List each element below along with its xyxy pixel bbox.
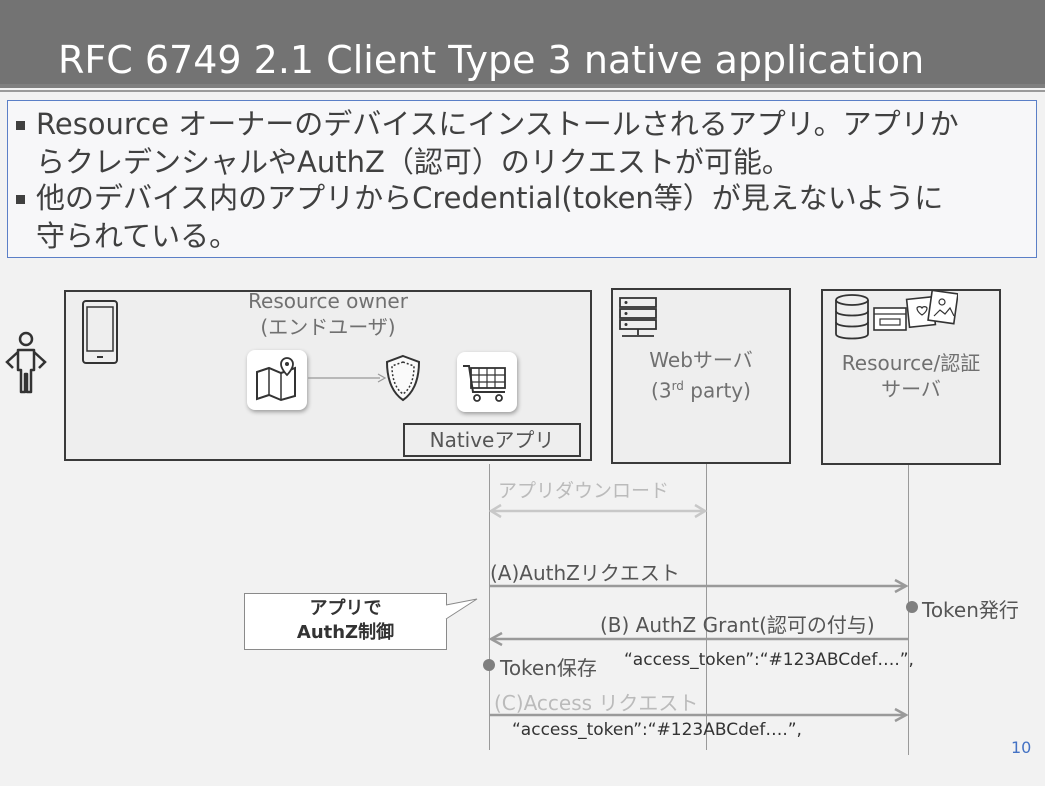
map-app-tile	[247, 350, 307, 410]
resource-auth-label: Resource/認証	[841, 351, 981, 375]
cart-app-tile	[457, 352, 517, 412]
authz-grant-arrow	[488, 631, 908, 647]
map-icon	[256, 357, 296, 402]
authz-control-callout: アプリで AuthZ制御	[244, 593, 447, 650]
bullet-item: Resource オーナーのデバイスにインストールされるアプリ。アプリか らクレ…	[16, 105, 1021, 181]
token-saved-label: Token保存	[500, 656, 597, 680]
header-divider	[0, 84, 1045, 88]
download-label: アプリダウンロード	[498, 480, 670, 502]
token-issued-label: Token発行	[922, 598, 1019, 622]
server-icon	[619, 297, 657, 337]
callout-line1: アプリで	[309, 598, 382, 619]
bullet-square-icon	[16, 195, 25, 204]
authz-request-arrow	[489, 578, 909, 594]
access-token-request-text: “access_token”:“#123ABCdef….”,	[512, 720, 802, 740]
resource-owner-label: Resource owner	[248, 289, 408, 313]
bullet-line: 他のデバイス内のアプリからCredential(token等）が見えないように	[36, 181, 944, 215]
shield-icon	[385, 354, 421, 402]
bullet-box: Resource オーナーのデバイスにインストールされるアプリ。アプリか らクレ…	[7, 100, 1037, 258]
photos-icon	[873, 290, 958, 331]
arrow-line	[308, 373, 386, 383]
native-app-label: Nativeアプリ	[403, 423, 581, 457]
web-server-title: Webサーバ (3rd party)	[611, 347, 791, 404]
web-server-label: Webサーバ	[649, 348, 753, 372]
bullet-item: 他のデバイス内のアプリからCredential(token等）が見えないように …	[16, 179, 1021, 255]
bullet-square-icon	[16, 121, 25, 130]
download-arrow	[489, 503, 708, 519]
cart-icon	[463, 365, 506, 402]
callout-line2: AuthZ制御	[296, 622, 395, 643]
end-user-label: (エンドユーザ)	[260, 315, 396, 339]
callout-pointer	[445, 598, 478, 620]
bullet-line: Resource オーナーのデバイスにインストールされるアプリ。アプリか	[36, 107, 959, 141]
header-divider-thin	[0, 90, 1045, 92]
server-label: サーバ	[881, 377, 941, 401]
page-number: 10	[1011, 738, 1032, 757]
token-saved-dot	[483, 659, 495, 671]
bullet-line: らクレデンシャルやAuthZ（認可）のリクエストが可能。	[36, 145, 791, 179]
resource-server-title: Resource/認証 サーバ	[821, 350, 1001, 402]
third-party-label: (3rd party)	[651, 378, 751, 403]
access-token-grant-text: “access_token”:“#123ABCdef….”,	[624, 650, 914, 670]
smartphone-icon	[82, 300, 118, 364]
bullet-line: 守られている。	[36, 219, 239, 253]
token-issued-dot	[906, 601, 918, 613]
slide-title: RFC 6749 2.1 Client Type 3 native applic…	[58, 38, 925, 82]
person-icon	[5, 331, 47, 394]
database-icon	[835, 294, 869, 340]
resource-owner-title: Resource owner (エンドユーザ)	[228, 288, 428, 340]
